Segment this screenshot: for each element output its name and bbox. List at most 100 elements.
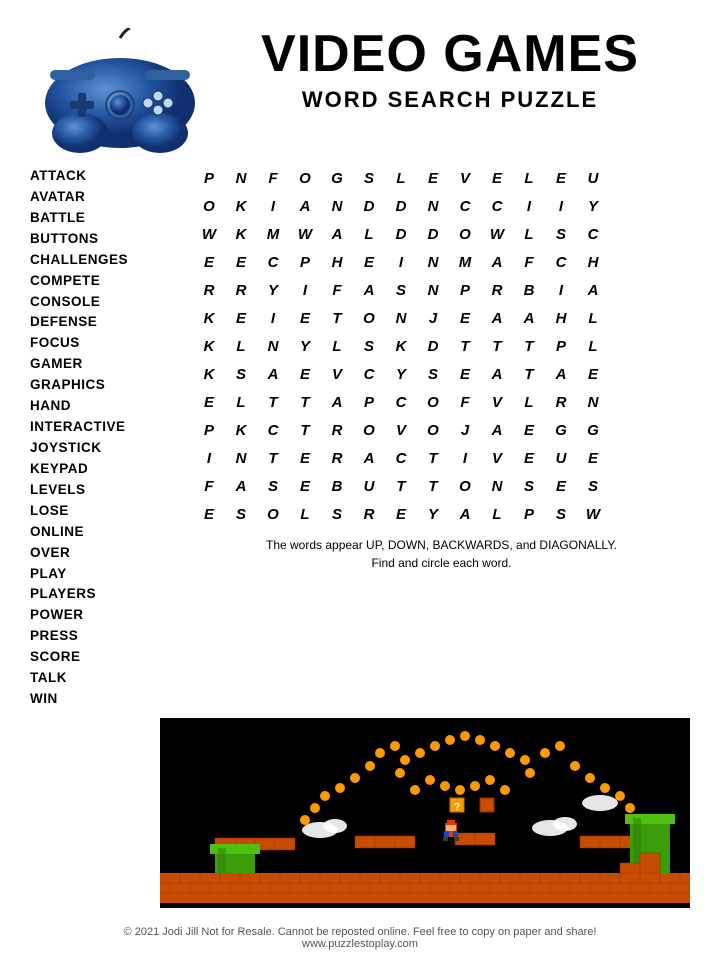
grid-cell: W	[481, 220, 513, 248]
grid-cell: A	[481, 416, 513, 444]
grid-row: KSAEVCYSEATAE	[193, 360, 609, 388]
grid-cell: S	[513, 472, 545, 500]
word-item: CHALLENGES	[30, 250, 185, 271]
grid-cell: T	[257, 388, 289, 416]
grid-cell: E	[193, 500, 225, 528]
grid-cell: D	[385, 192, 417, 220]
word-item: KEYPAD	[30, 459, 185, 480]
main-title: VIDEO GAMES	[210, 26, 690, 83]
grid-cell: L	[513, 388, 545, 416]
grid-cell: E	[449, 304, 481, 332]
grid-cell: U	[577, 164, 609, 192]
grid-cell: C	[353, 360, 385, 388]
grid-cell: O	[417, 388, 449, 416]
grid-row: FASEBUTTONSES	[193, 472, 609, 500]
grid-cell: K	[193, 304, 225, 332]
grid-cell: S	[545, 220, 577, 248]
grid-cell: N	[417, 192, 449, 220]
grid-cell: E	[289, 304, 321, 332]
grid-cell: E	[193, 388, 225, 416]
word-item: PRESS	[30, 626, 185, 647]
grid-cell: A	[321, 220, 353, 248]
grid-cell: E	[225, 304, 257, 332]
grid-row: ESOLSREYALPSW	[193, 500, 609, 528]
grid-cell: T	[257, 444, 289, 472]
svg-text:?: ?	[454, 802, 460, 813]
grid-cell: I	[513, 192, 545, 220]
grid-cell: N	[417, 276, 449, 304]
word-item: GAMER	[30, 354, 185, 375]
grid-cell: T	[289, 416, 321, 444]
grid-cell: Y	[257, 276, 289, 304]
grid-cell: A	[449, 500, 481, 528]
grid-row: EECPHEINMAFCH	[193, 248, 609, 276]
grid-cell: C	[385, 444, 417, 472]
grid-cell: I	[545, 276, 577, 304]
grid-container: PNFOGSLEVELEUOKIANDDNCCIIYWKMWALDDOWLSCE…	[193, 164, 690, 528]
grid-cell: L	[513, 164, 545, 192]
grid-cell: E	[353, 248, 385, 276]
instructions-line1: The words appear UP, DOWN, BACKWARDS, an…	[266, 538, 617, 552]
grid-cell: E	[513, 416, 545, 444]
grid-cell: P	[449, 276, 481, 304]
grid-cell: S	[385, 276, 417, 304]
grid-cell: O	[353, 416, 385, 444]
word-item: ATTACK	[30, 166, 185, 187]
grid-cell: L	[577, 304, 609, 332]
instructions: The words appear UP, DOWN, BACKWARDS, an…	[193, 536, 690, 572]
grid-cell: N	[481, 472, 513, 500]
word-item: COMPETE	[30, 271, 185, 292]
grid-cell: E	[577, 444, 609, 472]
word-item: LOSE	[30, 501, 185, 522]
grid-cell: E	[289, 444, 321, 472]
page: VIDEO GAMES WORD SEARCH PUZZLE ATTACKAVA…	[0, 0, 720, 960]
grid-cell: E	[577, 360, 609, 388]
grid-cell: S	[353, 164, 385, 192]
grid-row: KLNYLSKDTTTPL	[193, 332, 609, 360]
grid-cell: A	[289, 192, 321, 220]
grid-cell: O	[257, 500, 289, 528]
grid-cell: P	[513, 500, 545, 528]
grid-cell: J	[449, 416, 481, 444]
grid-cell: V	[481, 388, 513, 416]
grid-cell: L	[289, 500, 321, 528]
grid-cell: F	[449, 388, 481, 416]
word-item: DEFENSE	[30, 312, 185, 333]
grid-cell: F	[257, 164, 289, 192]
grid-cell: N	[257, 332, 289, 360]
grid-row: INTERACTIVEUE	[193, 444, 609, 472]
word-item: BATTLE	[30, 208, 185, 229]
grid-cell: Y	[385, 360, 417, 388]
word-item: JOYSTICK	[30, 438, 185, 459]
grid-cell: N	[417, 248, 449, 276]
word-item: AVATAR	[30, 187, 185, 208]
grid-cell: J	[417, 304, 449, 332]
grid-cell: A	[321, 388, 353, 416]
grid-row: PNFOGSLEVELEU	[193, 164, 609, 192]
grid-cell: S	[321, 500, 353, 528]
grid-cell: E	[417, 164, 449, 192]
word-item: CONSOLE	[30, 292, 185, 313]
grid-cell: L	[353, 220, 385, 248]
grid-cell: D	[417, 220, 449, 248]
word-item: SCORE	[30, 647, 185, 668]
footer-line2: www.puzzlestoplay.com	[0, 938, 720, 950]
grid-cell: Y	[289, 332, 321, 360]
word-item: GRAPHICS	[30, 375, 185, 396]
grid-cell: I	[257, 304, 289, 332]
grid-cell: B	[321, 472, 353, 500]
grid-cell: G	[545, 416, 577, 444]
grid-cell: Y	[577, 192, 609, 220]
grid-cell: A	[353, 276, 385, 304]
grid-cell: U	[545, 444, 577, 472]
grid-cell: S	[353, 332, 385, 360]
grid-cell: R	[545, 388, 577, 416]
grid-cell: I	[289, 276, 321, 304]
grid-cell: K	[193, 332, 225, 360]
grid-cell: T	[513, 360, 545, 388]
grid-cell: M	[257, 220, 289, 248]
grid-cell: A	[481, 248, 513, 276]
grid-cell: T	[449, 332, 481, 360]
grid-cell: E	[545, 472, 577, 500]
grid-cell: A	[481, 304, 513, 332]
